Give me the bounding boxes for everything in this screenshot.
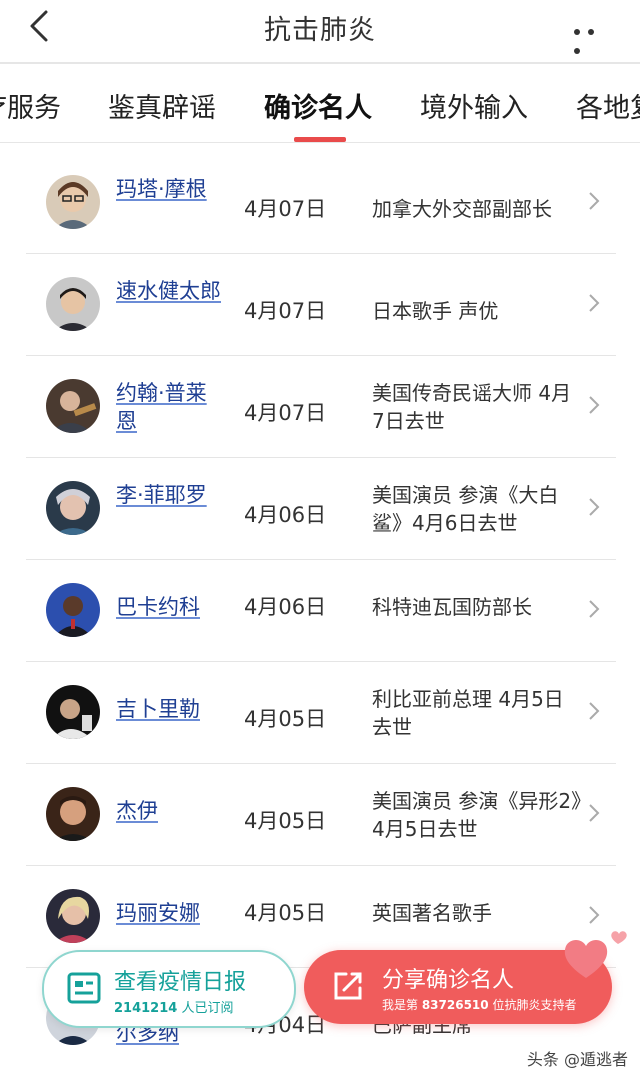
confirm-date: 4月06日 [244, 595, 327, 619]
tab-regional[interactable]: 各地复 [576, 86, 640, 125]
tab-medical-service[interactable]: 疗服务 [0, 86, 61, 125]
confirm-date: 4月05日 [244, 809, 327, 833]
celebrity-name[interactable]: 巴卡约科 [116, 593, 226, 621]
daily-report-button[interactable]: 查看疫情日报 2141214 人已订阅 [42, 950, 296, 1028]
chevron-right-icon [589, 906, 600, 924]
celebrity-name[interactable]: 李·菲耶罗 [116, 481, 226, 509]
avatar [46, 685, 100, 739]
celebrity-description: 美国演员 参演《大白鲨》4月6日去世 [372, 483, 559, 535]
avatar [46, 889, 100, 943]
report-card-icon [67, 972, 101, 1004]
celebrity-name[interactable]: 杰伊 [116, 797, 226, 825]
share-icon [334, 972, 362, 1000]
celebrity-description: 美国传奇民谣大师 4月7日去世 [372, 381, 572, 433]
avatar [46, 583, 100, 637]
tabs-divider [0, 142, 640, 143]
list-item[interactable]: 约翰·普莱恩 4月07日 美国传奇民谣大师 4月7日去世 [26, 355, 616, 458]
subscriber-count: 2141214 人已订阅 [114, 1001, 234, 1016]
daily-report-label: 查看疫情日报 [114, 970, 247, 995]
page-title: 抗击肺炎 [264, 15, 376, 46]
watermark: 头条 @遁逃者 [526, 1050, 628, 1069]
chevron-right-icon [589, 702, 600, 720]
confirm-date: 4月05日 [244, 901, 327, 925]
celebrity-description: 日本歌手 声优 [372, 299, 499, 323]
chevron-right-icon [589, 396, 600, 414]
list-item[interactable]: 吉卜里勒 4月05日 利比亚前总理 4月5日去世 [26, 661, 616, 764]
chevron-right-icon [589, 192, 600, 210]
list-item[interactable]: 李·菲耶罗 4月06日 美国演员 参演《大白鲨》4月6日去世 [26, 457, 616, 560]
tab-bar: 疗服务 鉴真辟谣 确诊名人 境外输入 各地复 [0, 64, 640, 142]
avatar [46, 175, 100, 229]
supporter-count: 我是第 83726510 位抗肺炎支持者 [382, 998, 577, 1012]
confirm-date: 4月06日 [244, 503, 327, 527]
celebrity-description: 加拿大外交部副部长 [372, 197, 552, 221]
celebrity-name[interactable]: 玛塔·摩根 [116, 175, 226, 203]
celebrity-name[interactable]: 约翰·普莱恩 [116, 379, 226, 435]
celebrity-description: 英国著名歌手 [372, 901, 492, 925]
tab-confirmed-celebrities[interactable]: 确诊名人 [264, 86, 372, 125]
top-bar: 抗击肺炎 [0, 0, 640, 62]
avatar [46, 277, 100, 331]
chevron-right-icon [589, 294, 600, 312]
tab-imported-cases[interactable]: 境外输入 [420, 86, 528, 125]
tab-rumor-check[interactable]: 鉴真辟谣 [108, 86, 216, 125]
list-item[interactable]: 速水健太郎 4月07日 日本歌手 声优 [26, 253, 616, 356]
list-item[interactable]: 玛塔·摩根 4月07日 加拿大外交部副部长 [26, 151, 616, 254]
celebrity-name[interactable]: 速水健太郎 [116, 277, 226, 305]
avatar [46, 787, 100, 841]
avatar [46, 379, 100, 433]
confirm-date: 4月07日 [244, 299, 327, 323]
celebrity-name[interactable]: 吉卜里勒 [116, 695, 226, 723]
heart-icon [564, 931, 627, 978]
avatar [46, 481, 100, 535]
celebrity-description: 利比亚前总理 4月5日去世 [372, 687, 564, 739]
confirm-date: 4月07日 [244, 197, 327, 221]
list-item[interactable]: 巴卡约科 4月06日 科特迪瓦国防部长 [26, 559, 616, 662]
list-item[interactable]: 杰伊 4月05日 美国演员 参演《异形2》4月5日去世 [26, 763, 616, 866]
more-options-icon[interactable] [574, 20, 614, 54]
chevron-right-icon [589, 498, 600, 516]
celebrity-description: 美国演员 参演《异形2》4月5日去世 [372, 789, 582, 841]
chevron-right-icon [589, 804, 600, 822]
chevron-right-icon [589, 600, 600, 618]
confirm-date: 4月07日 [244, 401, 327, 425]
celebrity-description: 科特迪瓦国防部长 [372, 595, 532, 619]
celebrity-name[interactable]: 玛丽安娜 [116, 899, 226, 927]
share-label: 分享确诊名人 [382, 968, 515, 993]
confirm-date: 4月05日 [244, 707, 327, 731]
